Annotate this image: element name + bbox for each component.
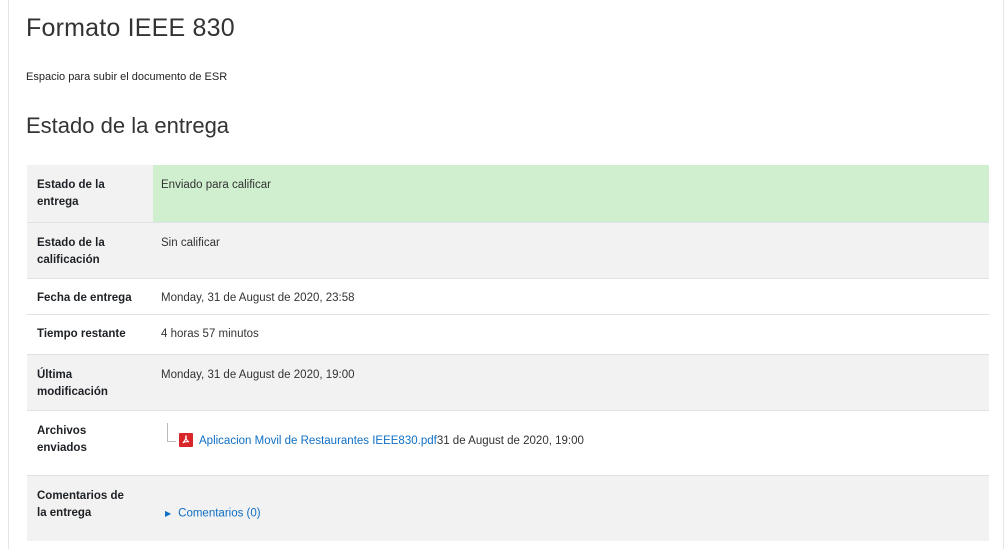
row-label: Archivos enviados — [37, 424, 87, 454]
submitted-files-cell: Aplicacion Movil de Restaurantes IEEE830… — [153, 410, 989, 475]
due-date-value: Monday, 31 de August de 2020, 23:58 — [161, 291, 355, 304]
submission-status-value: Enviado para calificar — [153, 165, 989, 222]
comments-link[interactable]: Comentarios (0) — [178, 507, 260, 519]
table-row: Archivos enviados Aplicacion Movil de Re… — [27, 410, 989, 475]
pdf-icon — [179, 433, 193, 448]
table-row: Tiempo restante 4 horas 57 minutos — [27, 314, 989, 354]
row-label: Fecha de entrega — [37, 291, 132, 304]
page-title: Formato IEEE 830 — [26, 14, 235, 42]
row-label: Estado de la entrega — [37, 179, 105, 208]
last-modified-value: Monday, 31 de August de 2020, 19:00 — [161, 368, 355, 381]
tree-connector — [167, 422, 176, 442]
row-label: Última modificación — [37, 368, 108, 398]
grading-status-value: Sin calificar — [161, 236, 220, 249]
row-label: Tiempo restante — [37, 327, 126, 340]
submitted-file-link[interactable]: Aplicacion Movil de Restaurantes IEEE830… — [199, 435, 437, 447]
table-row: Fecha de entrega Monday, 31 de August de… — [27, 278, 989, 314]
comments-cell: ▶ Comentarios (0) — [153, 475, 989, 541]
section-heading: Estado de la entrega — [26, 113, 230, 138]
table-row: Estado de la calificación Sin calificar — [27, 222, 989, 278]
file-tree-item: Aplicacion Movil de Restaurantes IEEE830… — [161, 422, 989, 450]
table-row: Estado de la entrega Enviado para califi… — [27, 165, 989, 222]
caret-right-icon: ▶ — [165, 508, 172, 518]
comments-toggle[interactable]: ▶ Comentarios (0) — [161, 488, 989, 523]
table-row: Última modificación Monday, 31 de August… — [27, 354, 989, 410]
table-row: Comentarios de la entrega ▶ Comentarios (… — [27, 475, 989, 541]
submission-status-table: Estado de la entrega Enviado para califi… — [27, 165, 989, 541]
assignment-description: Espacio para subir el documento de ESR — [26, 71, 228, 83]
time-remaining-value: 4 horas 57 minutos — [161, 327, 259, 340]
row-label: Estado de la calificación — [37, 236, 105, 266]
file-date: 31 de August de 2020, 19:00 — [436, 434, 584, 447]
row-label: Comentarios de la entrega — [37, 489, 124, 519]
